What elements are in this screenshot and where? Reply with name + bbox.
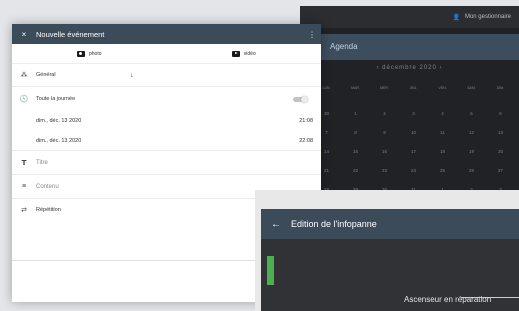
calendar-day[interactable]: 1 <box>341 111 370 116</box>
notes-icon: ≡ <box>21 183 27 190</box>
weekday-label: MER. <box>380 86 389 90</box>
start-datetime-row: dim., déc. 13 2020 21:08 <box>12 111 321 131</box>
dialog-title: Nouvelle événement <box>36 29 105 39</box>
end-datetime-row: dim., déc. 13 2020 22:08 <box>12 131 321 151</box>
title-field[interactable]: T Titre <box>12 151 321 175</box>
start-date[interactable]: dim., déc. 13 2020 <box>36 118 321 124</box>
weekday-label: DIM. <box>496 86 505 90</box>
status-accent-bar <box>267 256 274 285</box>
calendar-day[interactable]: 26 <box>457 168 486 173</box>
clock-icon: 🕓 <box>19 96 29 103</box>
weekday-label: SAM. <box>467 86 476 90</box>
calendar-day[interactable]: 25 <box>428 168 457 173</box>
calendar-week: 30 1 2 3 4 5 6 <box>312 104 515 123</box>
category-label: Général <box>36 72 56 78</box>
category-icon: ⁂ <box>20 72 28 79</box>
calendar-day[interactable]: 24 <box>399 168 428 173</box>
weekday-label: VEN. <box>438 86 447 90</box>
calendar-day[interactable]: 18 <box>428 149 457 154</box>
calendar-day[interactable]: 22 <box>341 168 370 173</box>
calendar-day[interactable]: 4 <box>428 111 457 116</box>
weekday-label: JEU. <box>409 86 418 90</box>
video-button[interactable]: vidéo <box>167 50 322 57</box>
calendar-day[interactable]: 6 <box>486 111 515 116</box>
end-time[interactable]: 22:08 <box>299 138 313 144</box>
calendar-day[interactable]: 17 <box>399 149 428 154</box>
calendar-day[interactable]: 15 <box>341 149 370 154</box>
calendar-day[interactable]: 20 <box>486 149 515 154</box>
start-time[interactable]: 21:08 <box>299 118 313 124</box>
calendar-day[interactable]: 12 <box>457 130 486 135</box>
calendar-day[interactable]: 23 <box>370 168 399 173</box>
repeat-icon: ⇄ <box>21 207 27 214</box>
calendar-day[interactable]: 27 <box>486 168 515 173</box>
calendar-week: 14 15 16 17 18 19 20 <box>312 142 515 161</box>
calendar-week: 21 22 23 24 25 26 27 <box>312 161 515 180</box>
calendar-day[interactable]: 13 <box>486 130 515 135</box>
agenda-title: Agenda <box>330 42 358 51</box>
text-title-icon: T <box>21 158 27 167</box>
category-select[interactable]: ⁂ Général ↓ <box>12 64 321 87</box>
infopanne-body: Ascenseur en réparation <box>261 239 519 311</box>
user-icon: 👤 <box>452 14 460 21</box>
calendar-day[interactable]: 3 <box>399 111 428 116</box>
calendar-day[interactable]: 19 <box>457 149 486 154</box>
calendar-day[interactable]: 9 <box>370 130 399 135</box>
all-day-row: 🕓 Toute la journée <box>12 87 321 111</box>
month-navigator[interactable]: ‹ décembre 2020 › <box>300 65 519 71</box>
title-placeholder: Titre <box>36 159 48 166</box>
photo-button[interactable]: photo <box>12 50 167 57</box>
calendar-day[interactable]: 10 <box>399 130 428 135</box>
end-date[interactable]: dim., déc. 13 2020 <box>36 138 321 144</box>
all-day-toggle[interactable] <box>293 95 308 103</box>
infopanne-editor: ← Edition de l'infopanne Ascenseur en ré… <box>255 190 519 311</box>
calendar-day[interactable]: 2 <box>370 111 399 116</box>
dialog-header: × Nouvelle événement ⋮ <box>12 24 321 44</box>
camera-icon <box>76 50 85 57</box>
all-day-label: Toute la journée <box>36 96 76 102</box>
infopanne-header: ← Edition de l'infopanne <box>261 209 519 239</box>
media-toolbar: photo vidéo <box>12 44 321 64</box>
photo-label: photo <box>88 50 102 57</box>
account-link[interactable]: 👤 Mon gestionnaire <box>452 6 511 28</box>
calendar-grid: 30 1 2 3 4 5 6 7 8 9 10 11 12 13 14 15 1… <box>312 104 515 199</box>
weekday-header: LUN. MAR. MER. JEU. VEN. SAM. DIM. <box>312 86 515 90</box>
input-underline <box>461 297 519 298</box>
calendar-day[interactable]: 5 <box>457 111 486 116</box>
infopanne-title: Edition de l'infopanne <box>291 219 377 229</box>
more-menu-icon[interactable]: ⋮ <box>303 30 321 39</box>
agenda-header: Agenda <box>300 34 519 60</box>
weekday-label: MAR. <box>351 86 360 90</box>
calendar-day[interactable]: 11 <box>428 130 457 135</box>
video-icon <box>231 50 240 57</box>
calendar-day[interactable]: 8 <box>341 130 370 135</box>
calendar-week: 7 8 9 10 11 12 13 <box>312 123 515 142</box>
back-arrow-icon[interactable]: ← <box>261 219 291 230</box>
account-label: Mon gestionnaire <box>464 14 511 20</box>
close-icon[interactable]: × <box>12 30 36 39</box>
calendar-day[interactable]: 16 <box>370 149 399 154</box>
content-placeholder: Contenu <box>36 183 59 190</box>
arrow-down-icon: ↓ <box>130 71 134 79</box>
video-label: vidéo <box>243 50 256 57</box>
top-bar: 👤 Mon gestionnaire <box>300 6 519 28</box>
